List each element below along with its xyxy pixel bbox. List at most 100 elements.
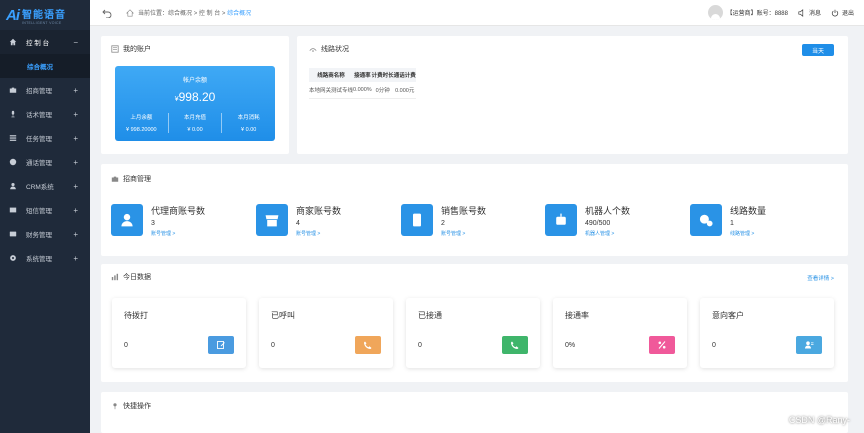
account-card-title: 我的账户 <box>123 46 151 53</box>
sidebar-subitem-overview[interactable]: 综合概况 <box>0 54 90 78</box>
today-stat-intent-customers: 意向客户 0 <box>700 298 834 368</box>
quick-card-title: 快捷操作 <box>123 403 151 410</box>
robot-icon <box>545 204 577 236</box>
expand-icon[interactable]: + <box>73 86 78 95</box>
stat-sales-accounts: 销售账号数 2 账号管理 > <box>401 204 486 237</box>
account-manage-link[interactable]: 账号管理 > <box>296 230 341 237</box>
briefcase-icon <box>111 176 119 182</box>
chart-icon <box>111 273 119 281</box>
gear-icon <box>9 254 17 262</box>
sidebar-item-finance[interactable]: 财务管理 + <box>0 222 90 246</box>
sidebar-item-system[interactable]: 系统管理 + <box>0 246 90 270</box>
user-icon <box>111 204 143 236</box>
table-cell: 0分钟 <box>371 82 394 99</box>
view-detail-link[interactable]: 查看详情 > <box>807 274 834 282</box>
last-month-balance-label: 上月余额 <box>130 115 153 121</box>
speaker-icon <box>798 8 804 17</box>
phone-icon <box>401 204 433 236</box>
sidebar-item-console[interactable]: 控 制 台 − <box>0 30 90 54</box>
gears-icon <box>690 204 722 236</box>
sidebar-item-merchant[interactable]: 招商管理 + <box>0 78 90 102</box>
pin-icon <box>113 403 117 410</box>
month-recharge-label: 本月充值 <box>184 115 207 121</box>
account-card: 我的账户 帐户余额 ¥998.20 上月余额 ¥ 998.20000 本月充值 ¥ … <box>101 36 289 154</box>
sidebar-item-sms[interactable]: 短信管理 + <box>0 198 90 222</box>
balance-value: 998.20 <box>178 90 216 104</box>
stat-lines: 线路数量 1 线路管理 > <box>690 204 766 237</box>
column-header: 线路商名称 <box>309 68 354 82</box>
expand-icon[interactable]: + <box>73 206 78 215</box>
robot-manage-link[interactable]: 机器人管理 > <box>585 230 630 237</box>
table-row: 本地网关测试专线 0.000% 0分钟 0.000元 <box>309 82 416 99</box>
mail-icon <box>9 206 17 214</box>
column-header: 通话计费 <box>393 68 416 82</box>
list-icon <box>9 134 17 142</box>
finance-icon <box>9 230 17 238</box>
month-consumption-label: 本月消耗 <box>237 115 260 121</box>
today-stat-connect-rate: 接通率 0% <box>553 298 687 368</box>
line-manage-link[interactable]: 线路管理 > <box>730 230 766 237</box>
merchant-card-title: 招商管理 <box>123 176 151 183</box>
quick-actions-card: 快捷操作 <box>101 392 848 433</box>
today-stat-connected: 已接通 0 <box>406 298 540 368</box>
store-icon <box>256 204 288 236</box>
top-bar: 当前位置：综合概况 > 控 制 台 > 综合概况 【运营商】账号：8888 消息… <box>90 0 864 26</box>
breadcrumb: 当前位置：综合概况 > 控 制 台 > 综合概况 <box>138 11 252 17</box>
back-icon[interactable] <box>102 8 112 18</box>
expand-icon[interactable]: + <box>73 134 78 143</box>
table-cell: 0.000元 <box>393 82 416 99</box>
today-button[interactable]: 当天 <box>801 44 834 56</box>
logo-mark: Ai <box>6 6 20 24</box>
logo-name: 智能语音 <box>22 9 66 21</box>
sidebar: Ai 智能语音 INTELLIGENT VOICE 控 制 台 − 综合概况 招… <box>0 0 90 433</box>
edit-icon[interactable] <box>208 336 234 354</box>
sidebar-item-script[interactable]: 话术管理 + <box>0 102 90 126</box>
signal-icon <box>309 48 317 52</box>
sidebar-item-crm[interactable]: CRM系统 + <box>0 174 90 198</box>
line-status-card: 线路状况 当天 线路商名称 接通率 计费时长 通话计费 本地网关测试专线 0.0… <box>297 36 848 154</box>
balance-label: 帐户余额 <box>182 78 207 84</box>
stat-merchant-accounts: 商家账号数 4 账号管理 > <box>256 204 341 237</box>
breadcrumb-console[interactable]: 控 制 台 <box>199 11 220 17</box>
avatar <box>707 5 723 20</box>
list-icon <box>111 45 119 53</box>
account-manage-link[interactable]: 账号管理 > <box>441 230 486 237</box>
line-table: 线路商名称 接通率 计费时长 通话计费 本地网关测试专线 0.000% 0分钟 … <box>309 68 416 99</box>
user-icon <box>9 182 17 190</box>
collapse-icon[interactable]: − <box>73 38 78 47</box>
percent-icon[interactable] <box>649 336 675 354</box>
expand-icon[interactable]: + <box>73 182 78 191</box>
account-label: 【运营商】账号：8888 <box>726 11 788 17</box>
merchant-card: 招商管理 代理商账号数 3 账号管理 > 商家账号数 4 账号管理 > 销售账号… <box>101 164 848 256</box>
today-card-title: 今日数据 <box>123 274 151 281</box>
sidebar-item-call[interactable]: 通话管理 + <box>0 150 90 174</box>
sidebar-item-task[interactable]: 任务管理 + <box>0 126 90 150</box>
call-icon <box>9 158 17 166</box>
last-month-balance-value: ¥ 998.20000 <box>126 127 157 133</box>
account-info[interactable]: 【运营商】账号：8888 <box>707 5 788 20</box>
month-consumption-value: ¥ 0.00 <box>241 127 257 133</box>
logo[interactable]: Ai 智能语音 INTELLIGENT VOICE <box>0 0 90 30</box>
today-data-card: 今日数据 查看详情 > 待拨打 0 已呼叫 0 已接通 0 接通率 0% 意向客… <box>101 264 848 382</box>
watermark: CSDN @Rany- <box>788 415 850 425</box>
column-header: 接通率 <box>353 68 372 82</box>
expand-icon[interactable]: + <box>73 254 78 263</box>
expand-icon[interactable]: + <box>73 230 78 239</box>
phone-in-icon[interactable] <box>502 336 528 354</box>
table-cell: 本地网关测试专线 <box>309 82 354 99</box>
user-add-icon[interactable] <box>796 336 822 354</box>
logout-button[interactable]: 退出 <box>831 8 854 17</box>
messages-button[interactable]: 消息 <box>798 8 821 17</box>
month-recharge-value: ¥ 0.00 <box>187 127 203 133</box>
breadcrumb-overview[interactable]: 综合概况 <box>168 11 192 17</box>
expand-icon[interactable]: + <box>73 110 78 119</box>
balance-panel: 帐户余额 ¥998.20 上月余额 ¥ 998.20000 本月充值 ¥ 0.00 … <box>115 66 275 141</box>
expand-icon[interactable]: + <box>73 158 78 167</box>
mic-icon <box>9 110 17 118</box>
breadcrumb-current: 综合概况 <box>227 11 252 17</box>
home-icon <box>126 8 134 17</box>
table-cell: 0.000% <box>353 82 372 99</box>
phone-out-icon[interactable] <box>355 336 381 354</box>
account-manage-link[interactable]: 账号管理 > <box>151 230 205 237</box>
home-icon <box>9 38 17 46</box>
